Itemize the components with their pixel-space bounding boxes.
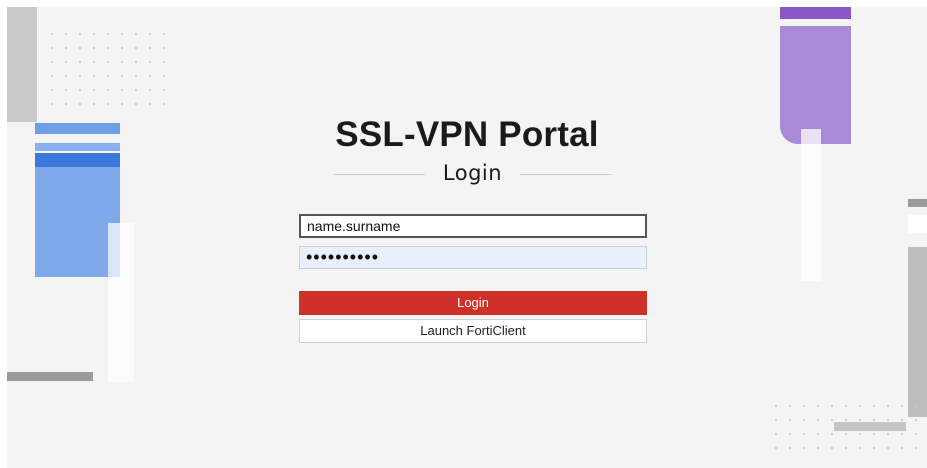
decorative-gray-bar-right	[908, 199, 927, 207]
launch-forticlient-button[interactable]: Launch FortiClient	[299, 319, 647, 343]
decorative-gray-bar-top-left	[7, 7, 37, 122]
portal-title: SSL-VPN Portal	[335, 115, 599, 154]
decorative-gray-bar-left	[7, 372, 93, 381]
decorative-purple-stripe	[780, 7, 851, 19]
subtitle-divider-right	[520, 174, 612, 175]
subtitle-row: Login	[333, 159, 612, 189]
decorative-gray-pillar-right	[908, 247, 927, 417]
login-page: SSL-VPN Portal Login Login Launch FortiC…	[7, 7, 927, 468]
login-button[interactable]: Login	[299, 291, 647, 315]
password-input[interactable]	[299, 246, 647, 269]
decorative-white-bar-right	[908, 215, 927, 233]
decorative-dot-grid-bottom-right	[769, 399, 919, 459]
decorative-white-pillar-left	[108, 223, 134, 382]
decorative-dot-grid-top-left	[45, 27, 175, 107]
decorative-blue-stripe	[35, 153, 120, 167]
login-subtitle: Login	[442, 161, 503, 185]
username-input[interactable]	[299, 214, 647, 238]
